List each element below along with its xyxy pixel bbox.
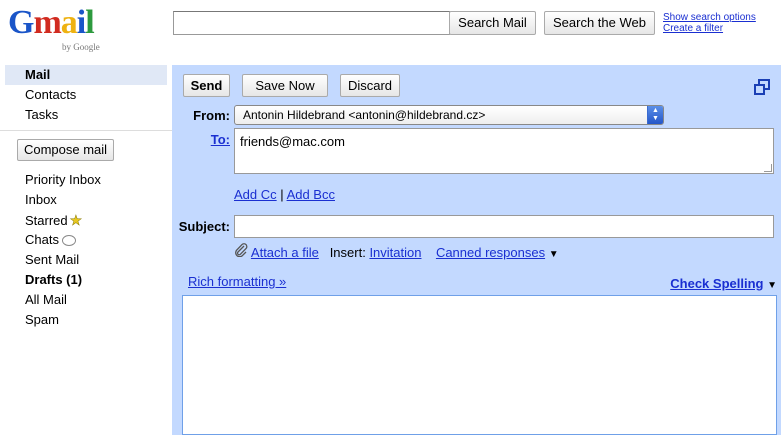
attach-file-link[interactable]: Attach a file [251,245,319,260]
save-now-button[interactable]: Save Now [242,74,328,97]
canned-responses-link[interactable]: Canned responses [436,245,545,260]
sidebar-item-all-mail[interactable]: All Mail [5,290,167,310]
sidebar-item-inbox[interactable]: Inbox [5,190,167,210]
from-select-value: Antonin Hildebrand <antonin@hildebrand.c… [243,108,486,122]
sidebar-item-label: Spam [25,312,59,327]
sidebar-item-contacts[interactable]: Contacts [5,85,167,105]
chat-bubble-icon [61,235,76,247]
sidebar-item-priority-inbox[interactable]: Priority Inbox [5,170,167,190]
to-link[interactable]: To: [172,132,230,147]
check-spelling-link[interactable]: Check Spelling [670,276,763,291]
attach-row: Attach a file Insert: Invitation Canned … [234,243,559,260]
canned-dropdown-arrow-icon[interactable]: ▼ [549,249,559,260]
search-web-button[interactable]: Search the Web [544,11,655,35]
spell-row: Check Spelling ▼ [670,276,777,291]
subject-field[interactable] [234,215,774,238]
gmail-logo-text: Gmail [8,4,95,41]
from-select[interactable]: Antonin Hildebrand <antonin@hildebrand.c… [234,105,664,125]
sidebar-item-label: Starred [25,213,68,228]
search-input[interactable] [173,11,450,35]
to-field-value: friends@mac.com [240,134,345,149]
search-mail-button[interactable]: Search Mail [449,11,536,35]
insert-label: Insert: [329,245,366,260]
cc-separator: | [280,187,284,202]
sidebar-item-label: Chats [25,232,59,247]
sidebar-item-label: All Mail [25,292,67,307]
discard-button[interactable]: Discard [340,74,400,97]
from-label: From: [193,108,230,123]
spelling-dropdown-arrow-icon[interactable]: ▼ [767,280,777,291]
sidebar-top-nav: Mail Contacts Tasks [5,65,167,125]
sidebar-item-mail[interactable]: Mail [5,65,167,85]
sidebar-item-sent-mail[interactable]: Sent Mail [5,250,167,270]
sidebar-item-label: Sent Mail [25,252,80,267]
show-search-options-link[interactable]: Show search options [663,12,756,23]
sidebar-item-chats[interactable]: Chats [5,230,167,250]
popout-icon[interactable] [754,79,770,95]
message-body[interactable] [182,295,777,435]
rich-formatting-link[interactable]: Rich formatting » [188,274,286,289]
sidebar-item-tasks[interactable]: Tasks [5,105,167,125]
sidebar-item-label: Priority Inbox [25,172,101,187]
select-arrows-icon: ▲ ▼ [647,106,663,124]
to-field[interactable]: friends@mac.com [234,128,774,174]
create-filter-link[interactable]: Create a filter [663,23,723,34]
star-icon: ★ [69,212,83,229]
send-button[interactable]: Send [183,74,230,97]
sidebar-divider [0,130,172,131]
sidebar-item-drafts[interactable]: Drafts (1) [5,270,167,290]
sidebar-item-label: Inbox [25,192,57,207]
gmail-logo[interactable]: Gmail by Google [8,6,108,54]
resize-grip-icon[interactable] [764,164,772,172]
add-bcc-link[interactable]: Add Bcc [287,187,335,202]
add-cc-link[interactable]: Add Cc [234,187,277,202]
sidebar-folders: Priority Inbox Inbox Starred ★ Chats Sent… [5,170,167,330]
subject-label: Subject: [178,219,230,234]
paperclip-icon [234,243,248,260]
compose-panel: Send Save Now Discard From: Antonin Hild… [172,65,781,435]
cc-bcc-row: Add Cc | Add Bcc [234,187,335,202]
by-google-label: by Google [62,42,100,52]
sidebar-item-label: Drafts (1) [25,272,83,287]
sidebar-item-starred[interactable]: Starred ★ [5,210,167,230]
invitation-link[interactable]: Invitation [369,245,421,260]
sidebar-item-spam[interactable]: Spam [5,310,167,330]
compose-mail-button[interactable]: Compose mail [17,139,114,161]
